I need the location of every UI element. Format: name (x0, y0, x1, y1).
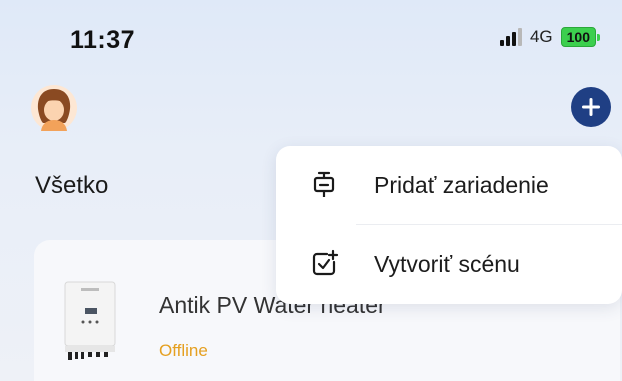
status-indicators: 4G 100 (499, 27, 601, 47)
add-button[interactable] (571, 87, 611, 127)
status-bar: 11:37 4G 100 (0, 0, 622, 80)
user-avatar-icon[interactable] (31, 85, 77, 131)
device-status-badge: Offline (159, 341, 208, 360)
device-thumbnail (59, 276, 121, 366)
signal-icon (499, 28, 522, 46)
menu-label-add-device: Pridať zariadenie (374, 171, 549, 198)
section-title[interactable]: Všetko (35, 172, 108, 200)
menu-item-add-device[interactable]: Pridať zariadenie (276, 146, 622, 224)
add-device-icon (313, 171, 335, 197)
battery-indicator: 100 (560, 27, 601, 47)
menu-item-create-scene[interactable]: Vytvoriť scénu (276, 225, 622, 303)
plus-icon (582, 98, 600, 116)
add-popup-menu: Pridať zariadenie Vytvoriť scénu (276, 146, 622, 304)
create-scene-icon (312, 249, 339, 276)
menu-label-create-scene: Vytvoriť scénu (374, 250, 520, 277)
clock: 11:37 (70, 26, 136, 54)
network-type: 4G (529, 27, 553, 46)
